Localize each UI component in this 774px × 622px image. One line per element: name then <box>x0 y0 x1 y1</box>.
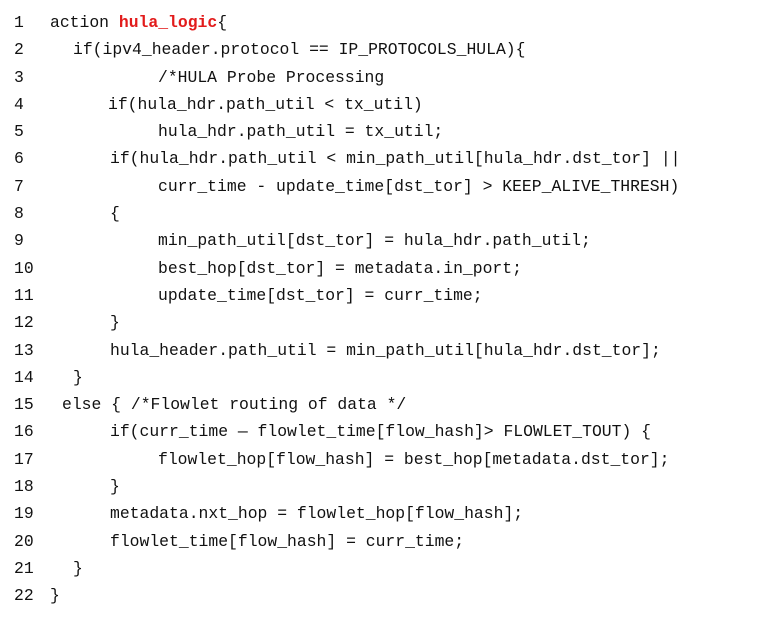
line-number: 20 <box>14 531 34 551</box>
code-text-segment: hula_header.path_util = min_path_util[hu… <box>110 340 661 360</box>
highlighted-function-name: hula_logic <box>118 13 218 32</box>
code-line: 1 action hula_logic{ <box>0 9 774 36</box>
line-number: 16 <box>14 422 34 442</box>
code-line: 10 best_hop[dst_tor] = metadata.in_port; <box>0 255 774 282</box>
code-text-segment: { <box>217 13 228 32</box>
code-text-segment: flowlet_time[flow_hash] = curr_time; <box>110 531 465 551</box>
line-number: 13 <box>14 340 34 360</box>
code-text-segment: best_hop[dst_tor] = metadata.in_port; <box>158 258 522 278</box>
code-text-segment: { <box>110 204 120 224</box>
line-number: 7 <box>14 176 24 196</box>
code-line: 5 hula_hdr.path_util = tx_util; <box>0 118 774 145</box>
code-line: 16 if(curr_time — flowlet_time[flow_hash]… <box>0 418 774 445</box>
code-line: 21} <box>0 555 774 582</box>
code-text-segment: if(curr_time — flowlet_time[flow_hash]> … <box>110 422 651 442</box>
code-line: 13 hula_header.path_util = min_path_util[… <box>0 337 774 364</box>
code-text: flowlet_hop[flow_hash] = best_hop[metada… <box>158 446 669 473</box>
code-text-segment: } <box>110 477 120 497</box>
line-number: 17 <box>14 449 34 469</box>
code-text-segment: } <box>73 367 83 387</box>
code-text: } <box>110 473 120 500</box>
code-text-segment: if(ipv4_header.protocol == IP_PROTOCOLS_… <box>73 40 526 60</box>
code-text-segment: } <box>110 313 120 333</box>
line-number: 11 <box>14 285 34 305</box>
code-text: min_path_util[dst_tor] = hula_hdr.path_u… <box>158 227 591 254</box>
line-number: 15 <box>14 395 34 415</box>
code-text-segment: if(hula_hdr.path_util < tx_util) <box>108 94 423 114</box>
line-number: 9 <box>14 231 24 251</box>
code-line: 14} <box>0 364 774 391</box>
code-text: } <box>73 364 83 391</box>
code-line: 12} <box>0 309 774 336</box>
code-text: update_time[dst_tor] = curr_time; <box>158 282 483 309</box>
line-number: 22 <box>14 586 34 606</box>
code-text-segment: action <box>50 13 119 32</box>
code-line: 15 else { /*Flowlet routing of data */ <box>0 391 774 418</box>
code-text-segment: min_path_util[dst_tor] = hula_hdr.path_u… <box>158 231 591 251</box>
code-line: 20 flowlet_time[flow_hash] = curr_time; <box>0 528 774 555</box>
code-text: if(curr_time — flowlet_time[flow_hash]> … <box>110 418 651 445</box>
code-text-segment: flowlet_hop[flow_hash] = best_hop[metada… <box>158 449 670 469</box>
code-line: 7 curr_time - update_time[dst_tor] > KEEP… <box>0 173 774 200</box>
code-line: 9 min_path_util[dst_tor] = hula_hdr.path_… <box>0 227 774 254</box>
code-text: if(hula_hdr.path_util < tx_util) <box>108 91 423 118</box>
code-line: 19 metadata.nxt_hop = flowlet_hop[flow_ha… <box>0 500 774 527</box>
code-text-segment: } <box>73 558 83 578</box>
code-text-segment: metadata.nxt_hop = flowlet_hop[flow_hash… <box>110 504 524 524</box>
code-text: } <box>50 582 60 609</box>
code-text: } <box>110 309 120 336</box>
code-line: 8{ <box>0 200 774 227</box>
code-text: } <box>73 555 83 582</box>
code-text: curr_time - update_time[dst_tor] > KEEP_… <box>158 173 679 200</box>
line-number: 8 <box>14 204 24 224</box>
code-text-segment: if(hula_hdr.path_util < min_path_util[hu… <box>110 149 681 169</box>
code-line: 11 update_time[dst_tor] = curr_time; <box>0 282 774 309</box>
code-line: 2 if(ipv4_header.protocol == IP_PROTOCOLS… <box>0 36 774 63</box>
code-line: 3 /*HULA Probe Processing <box>0 64 774 91</box>
line-number: 10 <box>14 258 34 278</box>
line-number: 21 <box>14 558 34 578</box>
code-text: { <box>110 200 120 227</box>
code-line: 22} <box>0 582 774 609</box>
code-line: 6 if(hula_hdr.path_util < min_path_util[h… <box>0 145 774 172</box>
line-number: 14 <box>14 367 34 387</box>
code-text: /*HULA Probe Processing <box>158 64 384 91</box>
code-text-segment: hula_hdr.path_util = tx_util; <box>158 122 444 142</box>
code-text: if(hula_hdr.path_util < min_path_util[hu… <box>110 145 681 172</box>
code-text: flowlet_time[flow_hash] = curr_time; <box>110 528 464 555</box>
code-text: hula_hdr.path_util = tx_util; <box>158 118 443 145</box>
line-number: 6 <box>14 149 24 169</box>
code-text: if(ipv4_header.protocol == IP_PROTOCOLS_… <box>73 36 525 63</box>
code-text-segment: /*HULA Probe Processing <box>158 67 385 87</box>
code-text: hula_header.path_util = min_path_util[hu… <box>110 337 661 364</box>
code-line: 17 flowlet_hop[flow_hash] = best_hop[meta… <box>0 446 774 473</box>
code-listing: 1 action hula_logic{2 if(ipv4_header.proto… <box>0 9 774 610</box>
code-line: 18} <box>0 473 774 500</box>
line-number: 12 <box>14 313 34 333</box>
line-number: 2 <box>14 40 24 60</box>
code-text-segment: update_time[dst_tor] = curr_time; <box>158 285 483 305</box>
code-text-segment: curr_time - update_time[dst_tor] > KEEP_… <box>158 176 680 196</box>
line-number: 4 <box>14 94 24 114</box>
line-number: 18 <box>14 477 34 497</box>
code-text: best_hop[dst_tor] = metadata.in_port; <box>158 255 522 282</box>
line-number: 19 <box>14 504 34 524</box>
code-text-segment: } <box>50 586 60 606</box>
line-number: 5 <box>14 122 24 142</box>
code-text: action hula_logic{ <box>50 9 227 36</box>
code-text: else { /*Flowlet routing of data */ <box>62 391 406 418</box>
line-number: 3 <box>14 67 24 87</box>
line-number: 1 <box>14 13 24 32</box>
code-text: metadata.nxt_hop = flowlet_hop[flow_hash… <box>110 500 523 527</box>
code-line: 4 if(hula_hdr.path_util < tx_util) <box>0 91 774 118</box>
code-text-segment: else { /*Flowlet routing of data */ <box>62 395 407 415</box>
